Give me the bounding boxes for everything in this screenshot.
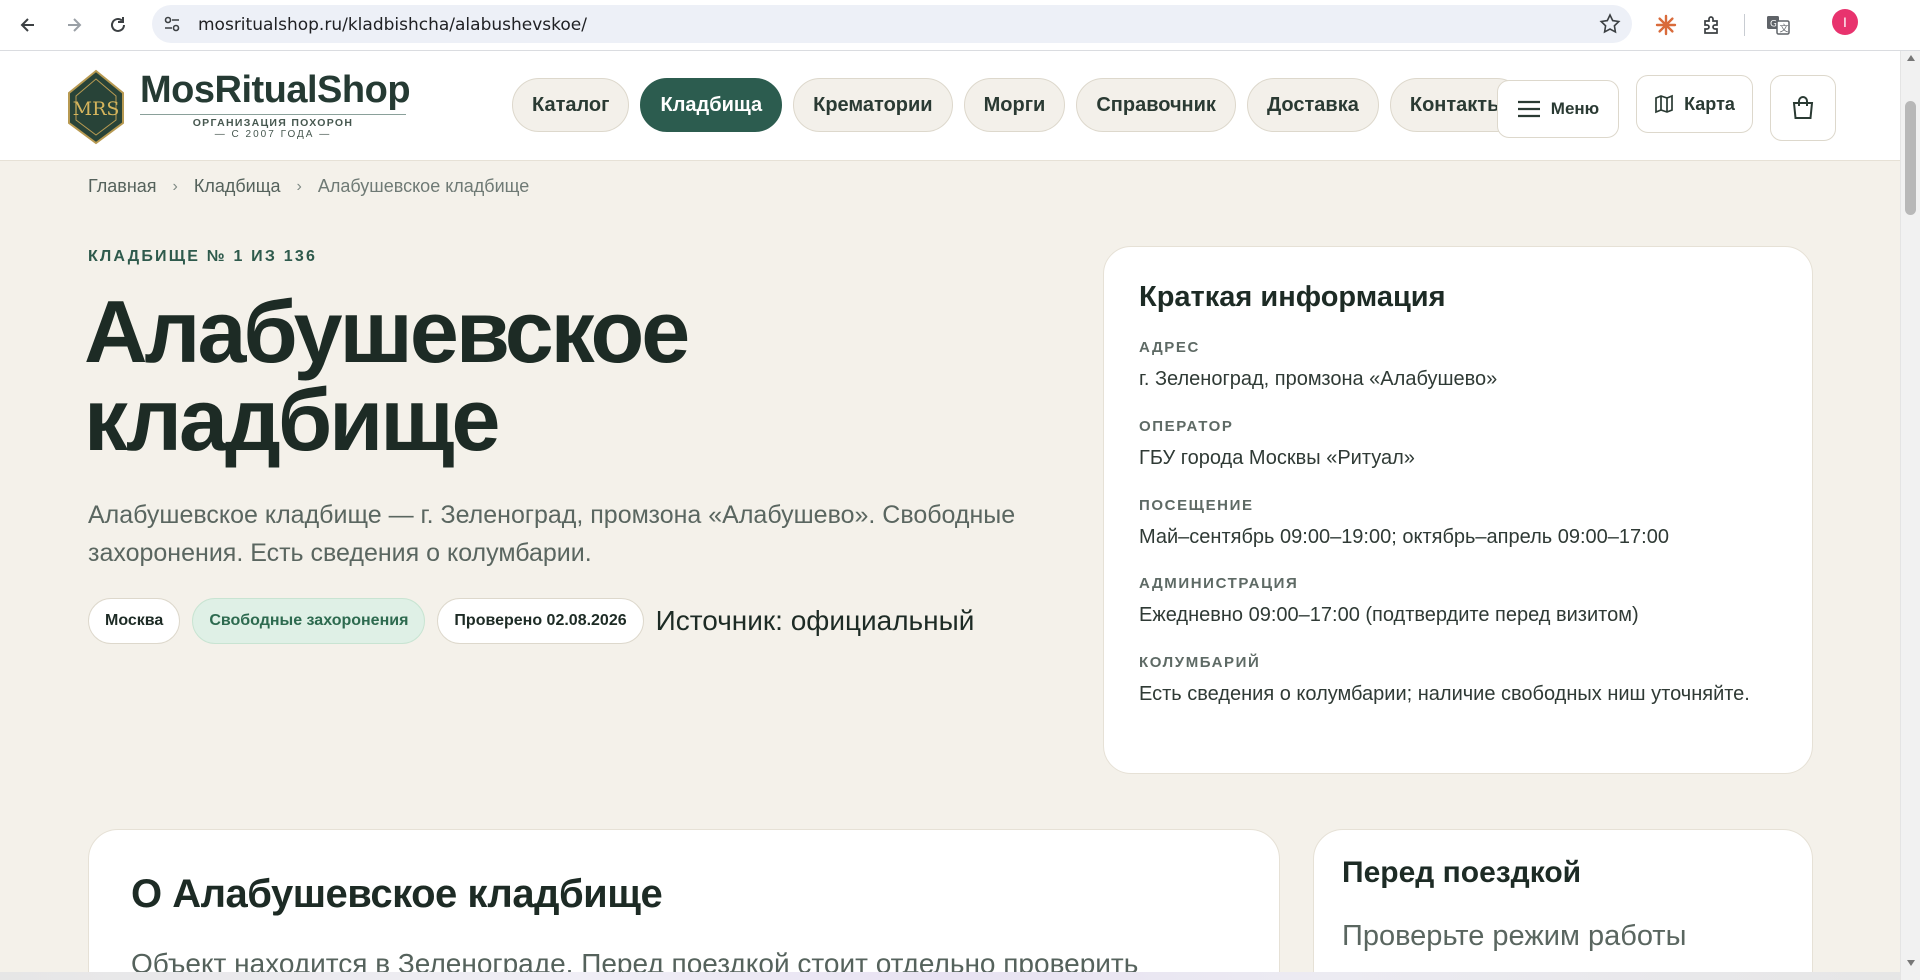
info-value: ГБУ города Москвы «Ритуал» (1139, 447, 1415, 469)
before-trip-title: Перед поездкой (1342, 856, 1582, 889)
toolbar-separator (1744, 14, 1745, 36)
site-header: MRS MosRitualShop ОРГАНИЗАЦИЯ ПОХОРОН — … (0, 51, 1900, 161)
logo-tagline: ОРГАНИЗАЦИЯ ПОХОРОН (192, 117, 354, 129)
address-bar[interactable]: mosritualshop.ru/kladbishcha/alabushevsk… (152, 5, 1632, 43)
source-note: Источник: официальный (655, 605, 975, 636)
logo-title[interactable]: MosRitualShop (140, 69, 411, 112)
sparkle-icon (1655, 14, 1677, 36)
reload-icon (111, 17, 125, 32)
tag-list: Москва Свободные захоронения Проверено 0… (88, 598, 974, 644)
cemetery-counter: КЛАДБИЩЕ № 1 ИЗ 136 (88, 248, 318, 265)
forward-button[interactable] (58, 9, 90, 41)
reload-button[interactable] (102, 9, 134, 41)
map-button[interactable]: Карта (1636, 75, 1753, 133)
logo-divider (140, 114, 406, 115)
translate-button[interactable]: G文 (1762, 9, 1794, 41)
page-scrollbar[interactable] (1900, 51, 1920, 980)
info-row-address: АДРЕС г. Зеленоград, промзона «Алабушево… (1139, 339, 1497, 391)
map-label: Карта (1684, 93, 1735, 114)
before-trip-text: Проверьте режим работы (1342, 920, 1687, 952)
site-settings-icon[interactable] (162, 14, 182, 34)
svg-text:G: G (1770, 20, 1777, 30)
logo-emblem-icon[interactable]: MRS (66, 69, 126, 145)
bookmark-star-icon[interactable] (1598, 12, 1622, 36)
nav-cemeteries[interactable]: Кладбища (640, 78, 783, 132)
menu-button[interactable]: Меню (1497, 80, 1619, 138)
breadcrumb: Главная › Кладбища › Алабушевское кладби… (88, 176, 529, 197)
info-row-operator: ОПЕРАТОР ГБУ города Москвы «Ритуал» (1139, 418, 1415, 470)
info-label: ПОСЕЩЕНИЕ (1139, 497, 1254, 514)
arrow-right-icon (68, 18, 82, 32)
translate-icon: G文 (1767, 16, 1790, 35)
breadcrumb-home[interactable]: Главная (88, 176, 157, 197)
info-value: Есть сведения о колумбарии; наличие своб… (1139, 683, 1750, 705)
claude-extension-button[interactable] (1650, 9, 1682, 41)
info-label: АДРЕС (1139, 339, 1200, 356)
browser-toolbar: mosritualshop.ru/kladbishcha/alabushevsk… (0, 0, 1920, 51)
about-section: О Алабушевское кладбище Объект находится… (88, 829, 1280, 980)
menu-label: Меню (1550, 99, 1600, 118)
nav-crematoria[interactable]: Крематории (793, 78, 953, 132)
breadcrumb-current: Алабушевское кладбище (317, 176, 530, 196)
breadcrumb-separator: › (172, 177, 178, 195)
cart-button[interactable] (1770, 75, 1836, 141)
nav-reference[interactable]: Справочник (1076, 78, 1236, 132)
info-value: г. Зеленоград, промзона «Алабушево» (1139, 368, 1498, 390)
logo-monogram: MRS (73, 98, 120, 120)
page-title-line1: Алабушевское (84, 282, 690, 381)
info-label: КОЛУМБАРИЙ (1139, 654, 1261, 671)
breadcrumb-cemeteries[interactable]: Кладбища (194, 176, 281, 197)
info-label: АДМИНИСТРАЦИЯ (1139, 575, 1299, 592)
back-button[interactable] (12, 9, 44, 41)
info-row-visiting: ПОСЕЩЕНИЕ Май–сентябрь 09:00–19:00; октя… (1139, 497, 1669, 549)
shopping-bag-icon (1792, 96, 1814, 119)
page-title-line2: кладбище (84, 370, 500, 469)
nav-delivery[interactable]: Доставка (1246, 78, 1379, 132)
profile-avatar[interactable]: I (1832, 9, 1858, 35)
url-text[interactable]: mosritualshop.ru/kladbishcha/alabushevsk… (198, 15, 587, 35)
verified-chip: Проверено 02.08.2026 (437, 598, 644, 644)
info-value: Май–сентябрь 09:00–19:00; октябрь–апрель… (1139, 526, 1669, 548)
horizontal-scroll-strip (0, 972, 1900, 980)
nav-morgues[interactable]: Морги (963, 78, 1066, 132)
info-row-administration: АДМИНИСТРАЦИЯ Ежедневно 09:00–17:00 (под… (1139, 575, 1639, 627)
summary-card-title: Краткая информация (1139, 281, 1446, 313)
info-value: Ежедневно 09:00–17:00 (подтвердите перед… (1139, 604, 1639, 626)
logo-since: — С 2007 ГОДА — (214, 129, 332, 140)
nav-catalog[interactable]: Каталог (512, 78, 630, 132)
info-row-columbarium: КОЛУМБАРИЙ Есть сведения о колумбарии; н… (1139, 654, 1750, 706)
hamburger-icon (1517, 100, 1540, 118)
map-icon (1655, 94, 1673, 114)
arrow-left-icon (20, 18, 34, 32)
summary-card: Краткая информация АДРЕС г. Зеленоград, … (1103, 246, 1813, 774)
puzzle-icon (1704, 16, 1718, 34)
svg-text:文: 文 (1780, 23, 1789, 35)
city-chip: Москва (88, 598, 181, 644)
status-badge: Свободные захоронения (192, 598, 426, 644)
extensions-button[interactable] (1696, 9, 1728, 41)
page-description: Алабушевское кладбище — г. Зеленоград, п… (88, 501, 1016, 567)
breadcrumb-separator: › (296, 177, 302, 195)
info-label: ОПЕРАТОР (1139, 418, 1234, 435)
main-navigation: Каталог Кладбища Крематории Морги Справо… (512, 78, 1525, 132)
scroll-up-arrow-icon[interactable] (1907, 55, 1915, 61)
scroll-thumb[interactable] (1905, 101, 1916, 215)
scroll-down-arrow-icon[interactable] (1907, 960, 1915, 966)
about-title: О Алабушевское кладбище (131, 872, 663, 916)
before-trip-card: Перед поездкой Проверьте режим работы (1313, 829, 1813, 980)
page-title: Алабушевское кладбище (84, 288, 984, 464)
